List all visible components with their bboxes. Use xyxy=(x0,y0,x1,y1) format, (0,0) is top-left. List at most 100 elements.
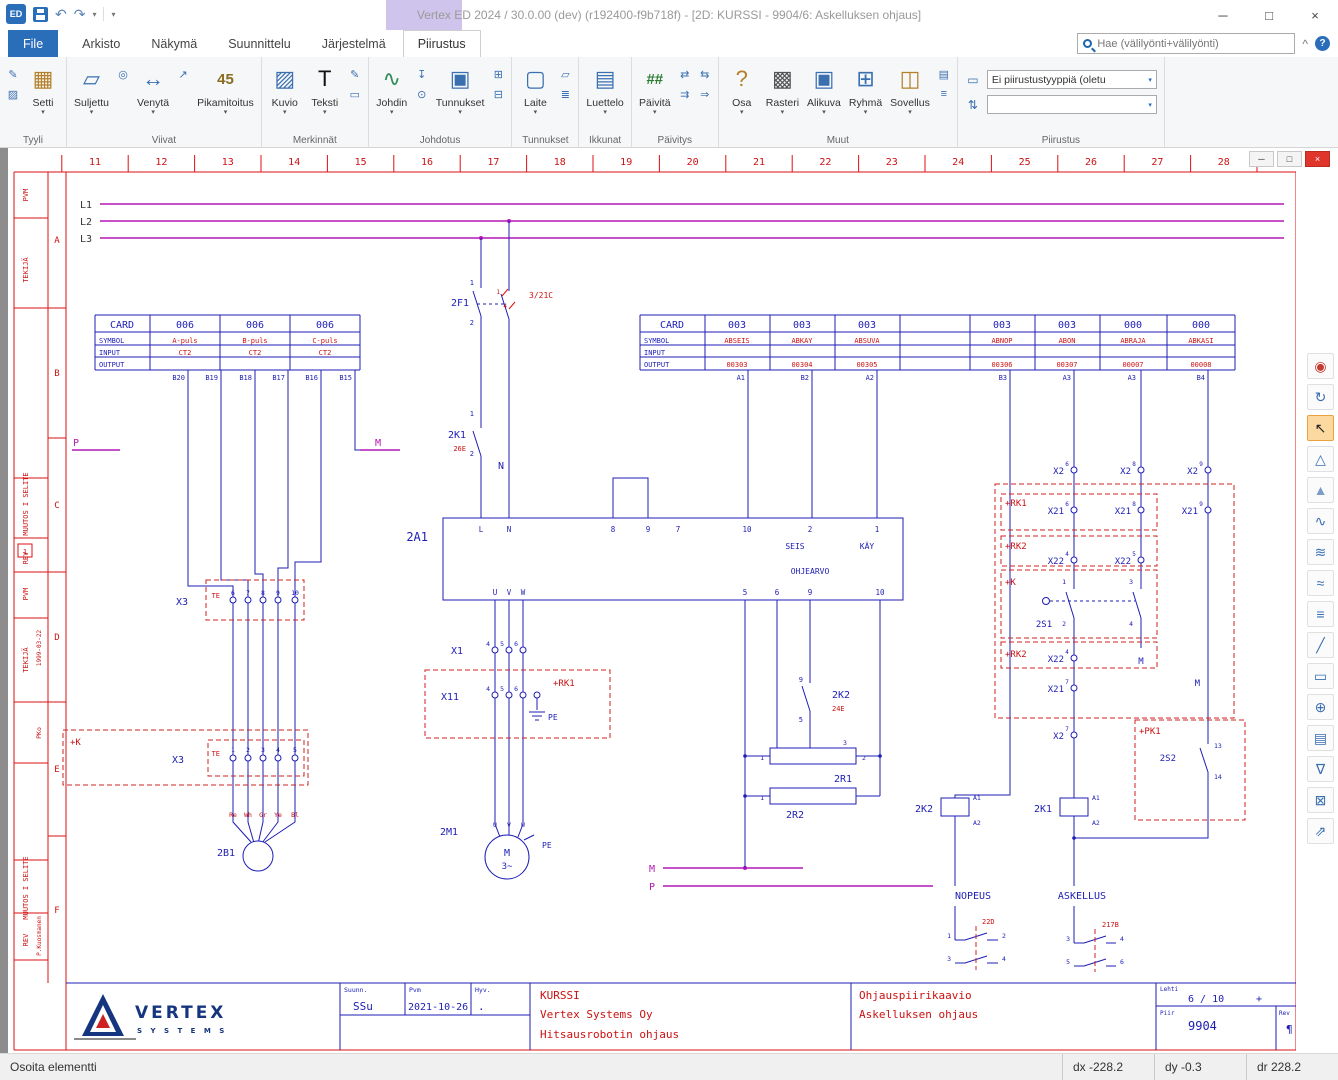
ribbon-small-button[interactable]: ↧ xyxy=(413,66,431,82)
close-button[interactable]: × xyxy=(1292,0,1338,30)
export-tool[interactable]: ⇗ xyxy=(1307,818,1334,844)
ribbon-small-button[interactable]: ⇉ xyxy=(676,86,694,102)
ribbon-small-button[interactable]: ⊟ xyxy=(489,86,507,102)
drawing-type-dropdown[interactable]: Ei piirustustyyppiä (oletu▾ xyxy=(987,70,1157,89)
ribbon-button-teksti[interactable]: TTeksti▾ xyxy=(305,60,345,117)
ruler-number: 14 xyxy=(288,157,300,168)
schematic-label: B xyxy=(54,369,59,379)
ribbon-button-sovellus[interactable]: ◫Sovellus▾ xyxy=(886,60,934,117)
schematic-label: 2K1 xyxy=(448,430,466,441)
schematic-label: 003 xyxy=(728,320,746,331)
ribbon-small-button[interactable]: ⇆ xyxy=(696,66,714,82)
tab-nakyma[interactable]: Näkymä xyxy=(137,30,211,57)
app-icon[interactable]: ED xyxy=(6,4,26,24)
schematic-label: L3 xyxy=(80,234,92,245)
minimize-button[interactable]: ─ xyxy=(1200,0,1246,30)
redo-icon[interactable]: ↷ xyxy=(74,4,86,24)
ribbon-small-button[interactable]: ✎ xyxy=(346,66,364,82)
pin-tool[interactable]: ◉ xyxy=(1307,353,1334,379)
ribbon-small-button[interactable]: ≣ xyxy=(556,86,574,102)
venytä-icon: ↔ xyxy=(142,61,164,97)
save-icon[interactable] xyxy=(33,7,48,22)
ribbon-button-rasteri[interactable]: ▩Rasteri▾ xyxy=(762,60,803,117)
alikuva-icon: ▣ xyxy=(814,61,835,97)
help-icon[interactable]: ? xyxy=(1315,36,1330,51)
sheet-tool[interactable]: ▤ xyxy=(1307,725,1334,751)
schematic-label: INPUT xyxy=(644,349,666,357)
ribbon-small-button[interactable]: ⇒ xyxy=(696,86,714,102)
tab-arkisto[interactable]: Arkisto xyxy=(68,30,134,57)
mdi-close-button[interactable]: × xyxy=(1305,151,1330,167)
ribbon-small-button[interactable]: ⊞ xyxy=(489,66,507,82)
schematic-label: B17 xyxy=(272,374,285,382)
ribbon-button-päivitä[interactable]: ##Päivitä▾ xyxy=(635,60,675,117)
mdi-restore-button[interactable]: □ xyxy=(1277,151,1302,167)
ribbon-button-laite[interactable]: ▢Laite▾ xyxy=(515,60,555,117)
ribbon-small-button[interactable]: ⊙ xyxy=(413,86,431,102)
diagonal-line-tool[interactable]: ╱ xyxy=(1307,632,1334,658)
maximize-button[interactable]: □ xyxy=(1246,0,1292,30)
triangle-tool[interactable]: △ xyxy=(1307,446,1334,472)
rectangle-tool[interactable]: ▭ xyxy=(1307,663,1334,689)
ribbon-small-button[interactable]: ▨ xyxy=(4,86,22,102)
search-box[interactable] xyxy=(1077,33,1295,54)
schematic-label: ¶ xyxy=(1286,1023,1293,1036)
ribbon-small-button-stack: ⊞⊟ xyxy=(488,60,508,102)
ribbon-button-pikamitoitus[interactable]: 45Pikamitoitus▾ xyxy=(193,60,258,117)
triangle-solid-tool[interactable]: ▲ xyxy=(1307,477,1334,503)
ribbon-small-button[interactable]: ✎ xyxy=(4,66,22,82)
zoom-tool[interactable]: ⊕ xyxy=(1307,694,1334,720)
select-tool[interactable]: ↖ xyxy=(1307,415,1334,441)
schematic-label: 1 xyxy=(760,754,764,762)
ribbon-button-johdin[interactable]: ∿Johdin▾ xyxy=(372,60,412,117)
suljettu-icon: ▱ xyxy=(83,61,100,97)
filter-tool[interactable]: ∇ xyxy=(1307,756,1334,782)
schematic-label: A xyxy=(54,236,60,246)
ribbon-small-button[interactable]: ▤ xyxy=(935,66,953,82)
schematic-label: A2 xyxy=(866,374,874,382)
redo-dropdown-icon[interactable]: ▾ xyxy=(92,10,96,19)
ribbon-button-osa[interactable]: ?Osa▾ xyxy=(722,60,762,117)
schematic-canvas[interactable]: 111213141516171819202122232425262728 L1L… xyxy=(8,148,1296,1053)
undo-icon[interactable]: ↶ xyxy=(55,4,67,24)
ribbon-button-kuvio[interactable]: ▨Kuvio▾ xyxy=(265,60,305,117)
schematic-label: Ohjauspiirikaavio xyxy=(859,989,972,1002)
spline-multi-tool[interactable]: ≋ xyxy=(1307,539,1334,565)
rotate-view-tool[interactable]: ↻ xyxy=(1307,384,1334,410)
ribbon-small-button[interactable]: ▭ xyxy=(346,86,364,102)
customize-qat-icon[interactable]: ▾ xyxy=(111,10,115,19)
tab-jarjestelma[interactable]: Järjestelmä xyxy=(308,30,400,57)
tab-suunnittelu[interactable]: Suunnittelu xyxy=(214,30,305,57)
ribbon-button-label: Teksti xyxy=(311,97,338,109)
ribbon-button-venytä[interactable]: ↔Venytä▾ xyxy=(133,60,173,117)
ribbon-small-button[interactable]: ⇄ xyxy=(676,66,694,82)
tab-piirustus[interactable]: Piirustus xyxy=(403,30,481,57)
window-edge xyxy=(0,148,8,1053)
schematic-label: OUTPUT xyxy=(99,361,125,369)
ribbon-small-button[interactable]: ▱ xyxy=(556,66,574,82)
ribbon-button-suljettu[interactable]: ▱Suljettu▾ xyxy=(70,60,113,117)
drawing-type-dropdown[interactable]: ▾ xyxy=(987,95,1157,114)
schematic-label: 1 xyxy=(470,410,474,418)
ribbon-group-label: Piirustus xyxy=(958,135,1164,146)
ribbon-small-button[interactable]: ≡ xyxy=(935,86,953,102)
schematic-label: 1999-03-22 xyxy=(36,630,43,667)
ribbon-small-button[interactable]: ◎ xyxy=(114,66,132,82)
wave-tool[interactable]: ≈ xyxy=(1307,570,1334,596)
mdi-minimize-button[interactable]: ─ xyxy=(1249,151,1274,167)
schematic-label: PVM xyxy=(22,588,30,601)
ribbon-small-button[interactable]: ↗ xyxy=(174,66,192,82)
ribbon-button-tunnukset[interactable]: ▣Tunnukset▾ xyxy=(432,60,489,117)
ribbon-button-alikuva[interactable]: ▣Alikuva▾ xyxy=(803,60,845,117)
ribbon-button-ryhmä[interactable]: ⊞Ryhmä▾ xyxy=(845,60,886,117)
spline-tool[interactable]: ∿ xyxy=(1307,508,1334,534)
delete-selection-tool[interactable]: ⊠ xyxy=(1307,787,1334,813)
collapse-ribbon-icon[interactable]: ^ xyxy=(1302,37,1308,51)
search-input[interactable] xyxy=(1097,38,1289,50)
ribbon-button-setti[interactable]: ▦Setti▾ xyxy=(23,60,63,117)
dropdown-caret-icon: ▾ xyxy=(1148,101,1152,109)
ribbon-button-luettelo[interactable]: ▤Luettelo▾ xyxy=(582,60,627,117)
parallel-lines-tool[interactable]: ≡ xyxy=(1307,601,1334,627)
schematic-label: B16 xyxy=(305,374,318,382)
tab-file[interactable]: File xyxy=(8,30,58,57)
